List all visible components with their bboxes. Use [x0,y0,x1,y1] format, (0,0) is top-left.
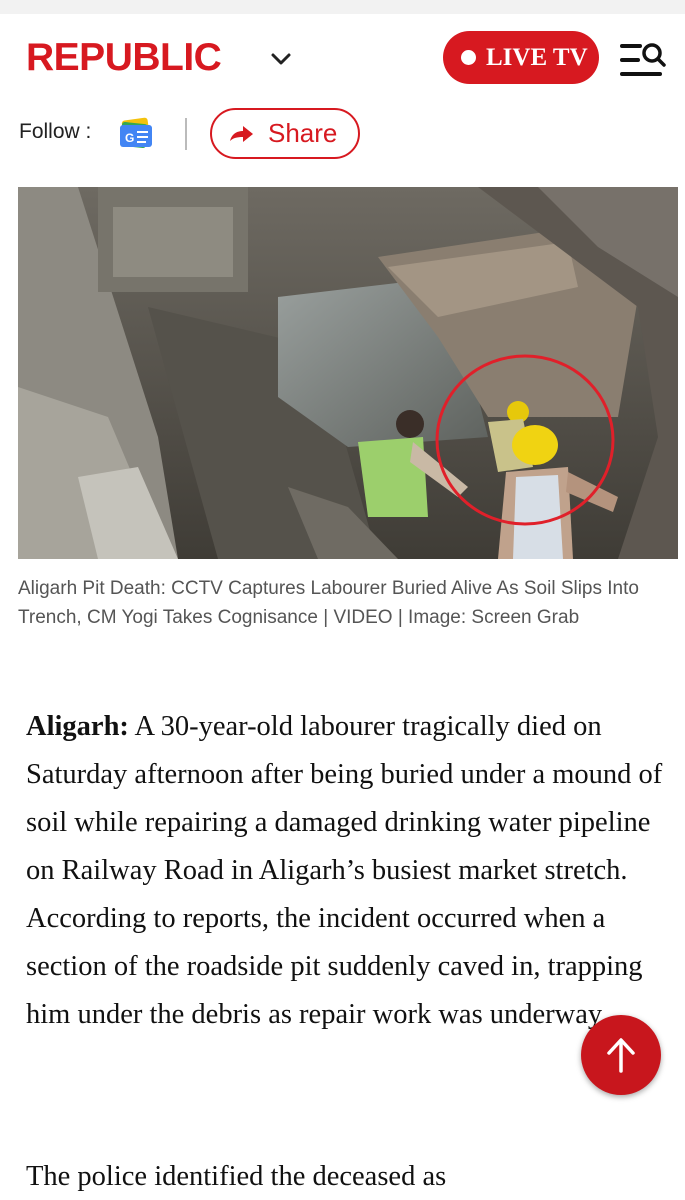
status-strip [0,0,685,14]
share-arrow-icon [230,125,253,142]
live-dot-icon [461,50,476,65]
arrow-up-icon [607,1038,635,1073]
trench-photo [18,187,678,559]
live-tv-button[interactable]: LIVE TV [443,31,599,84]
share-label: Share [268,118,338,148]
follow-row: Follow : G Share [0,100,685,170]
divider [185,118,187,150]
article-paragraph-1: Aligarh: A 30-year-old labourer tragical… [26,703,674,1039]
google-news-icon[interactable]: G [118,116,154,152]
share-button[interactable]: Share [210,108,360,159]
svg-text:G: G [125,131,134,145]
scroll-to-top-button[interactable] [581,1015,661,1095]
follow-label: Follow : [19,120,92,143]
site-logo[interactable]: REPUBLIC [26,36,222,80]
article-dateline: Aligarh: [26,711,129,742]
menu-search-icon[interactable] [620,40,666,80]
site-header: REPUBLIC LIVE TV [0,14,685,100]
hero-image[interactable] [18,187,678,559]
article-paragraph-2: The police identified the deceased as [26,1161,447,1192]
live-tv-label: LIVE TV [486,43,588,71]
chevron-down-icon[interactable] [270,51,292,67]
article-text-1: A 30-year-old labourer tragically died o… [26,711,663,1030]
image-caption: Aligarh Pit Death: CCTV Captures Laboure… [18,578,639,628]
